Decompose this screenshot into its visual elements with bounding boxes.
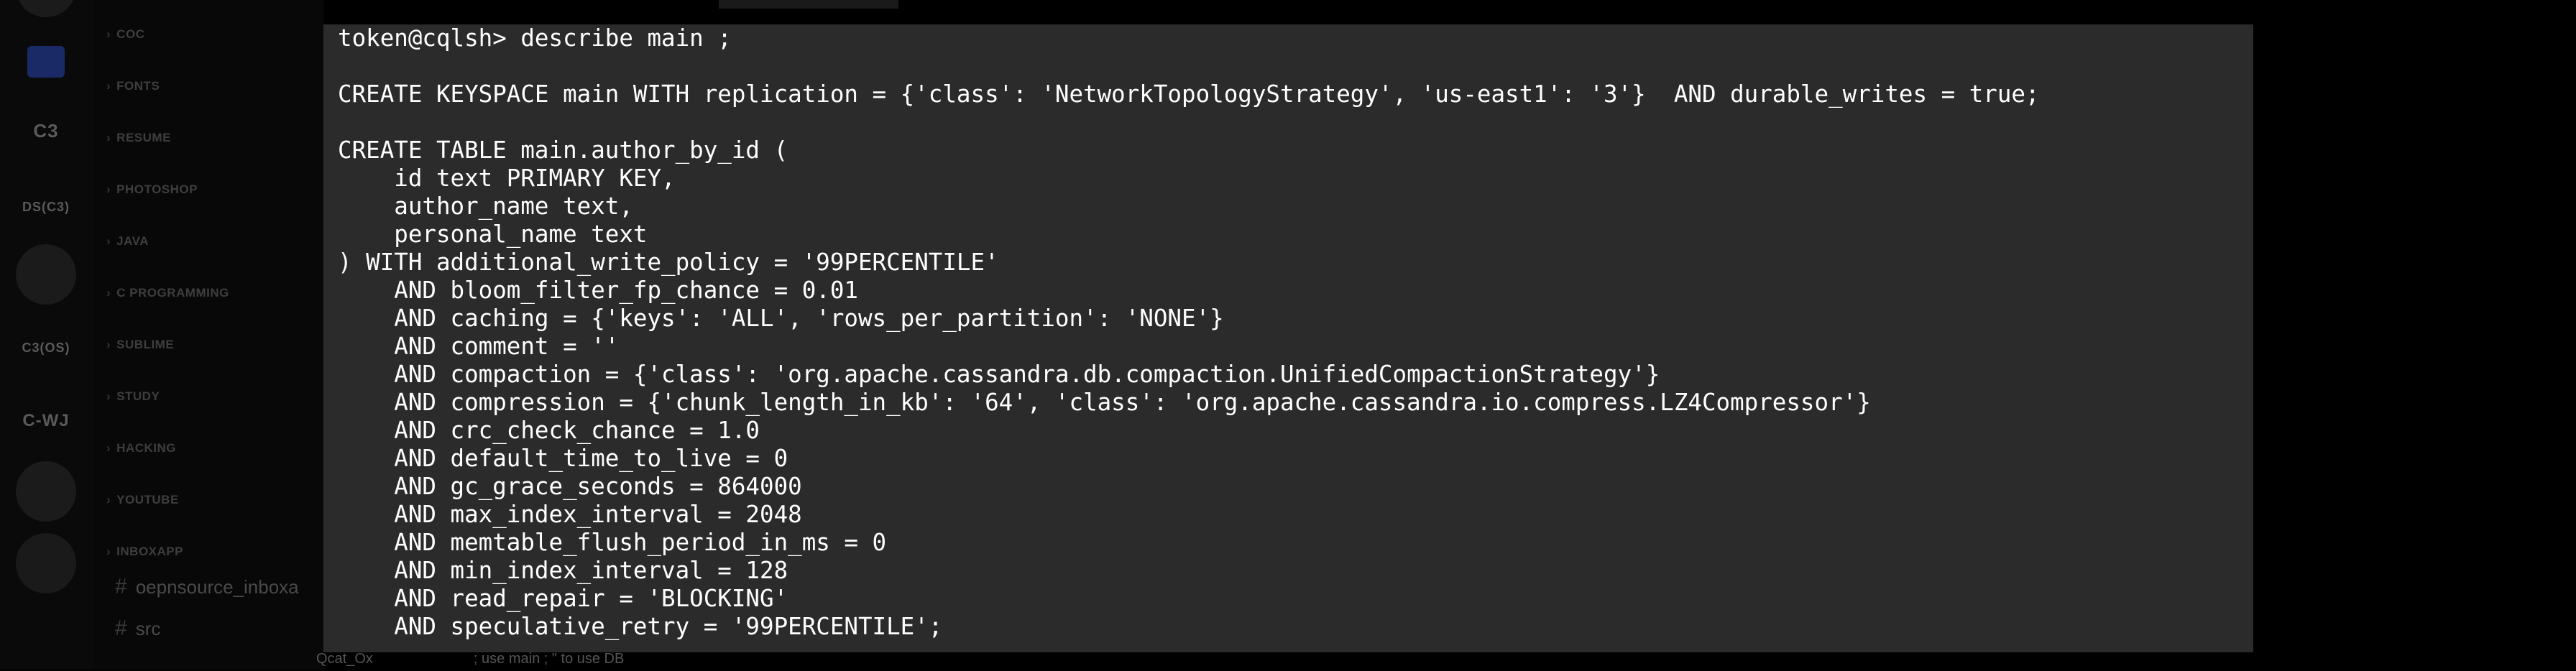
category-photoshop[interactable]: PHOTOSHOP: [106, 182, 198, 197]
channel-label: oepnsource_inboxa: [135, 576, 299, 598]
category-inboxapp[interactable]: INBOXAPP: [106, 545, 183, 559]
terminal-line: AND caching = {'keys': 'ALL', 'rows_per_…: [338, 305, 1224, 332]
message-text: ; use main ; " to use DB: [473, 651, 625, 667]
server-ds-c3[interactable]: DS(C3): [16, 177, 76, 237]
terminal-line: AND min_index_interval = 128: [338, 557, 788, 584]
terminal-line: AND compression = {'chunk_length_in_kb':…: [338, 389, 1871, 416]
terminal-window[interactable]: token@cqlsh> describe main ; CREATE KEYS…: [323, 24, 2253, 652]
terminal-line: AND speculative_retry = '99PERCENTILE';: [338, 613, 943, 640]
terminal-line: AND bloom_filter_fp_chance = 0.01: [338, 277, 858, 304]
terminal-line: AND default_time_to_live = 0: [338, 445, 788, 472]
channel-item[interactable]: # oepnsource_inboxa: [115, 575, 299, 599]
category-fonts[interactable]: FONTS: [106, 79, 160, 93]
terminal-line: ) WITH additional_write_policy = '99PERC…: [338, 249, 999, 276]
server-c-wj[interactable]: C-WJ: [16, 391, 76, 451]
hash-icon: #: [115, 575, 127, 598]
category-coc[interactable]: COC: [106, 27, 144, 42]
terminal-line: AND compaction = {'class': 'org.apache.c…: [338, 361, 1660, 388]
window-edge: [719, 0, 898, 9]
terminal-line: AND memtable_flush_period_in_ms = 0: [338, 529, 887, 556]
terminal-line: AND max_index_interval = 2048: [338, 501, 802, 528]
server-laptop-icon[interactable]: [16, 244, 76, 305]
terminal-line: CREATE TABLE main.author_by_id (: [338, 136, 788, 164]
channel-item[interactable]: # src: [115, 616, 160, 641]
server-avatar-icon[interactable]: [16, 461, 76, 522]
server-icon[interactable]: [16, 0, 76, 17]
category-hacking[interactable]: HACKING: [106, 441, 176, 455]
terminal-line: CREATE KEYSPACE main WITH replication = …: [338, 80, 2040, 108]
category-study[interactable]: STUDY: [106, 389, 160, 404]
category-resume[interactable]: RESUME: [106, 131, 171, 145]
terminal-line: id text PRIMARY KEY,: [338, 165, 676, 192]
chat-message: Qcat_Ox ; use main ; " to use DB: [316, 651, 624, 670]
terminal-line: AND comment = '': [338, 333, 620, 360]
message-author: Qcat_Ox: [316, 651, 373, 667]
category-java[interactable]: JAVA: [106, 234, 149, 249]
category-youtube[interactable]: YOUTUBE: [106, 493, 179, 507]
channel-sidebar: COC FONTS RESUME PHOTOSHOP JAVA C PROGRA…: [93, 0, 323, 670]
terminal-line: AND gc_grace_seconds = 864000: [338, 473, 802, 500]
folder-icon[interactable]: [27, 46, 65, 78]
terminal-line: author_name text,: [338, 193, 633, 220]
category-c-programming[interactable]: C PROGRAMMING: [106, 286, 229, 300]
server-linux-icon[interactable]: [16, 533, 76, 593]
channel-label: src: [135, 618, 161, 639]
terminal-line: personal_name text: [338, 221, 648, 248]
terminal-line: AND read_repair = 'BLOCKING': [338, 585, 788, 612]
server-c3[interactable]: C3: [16, 101, 76, 161]
server-c3-os[interactable]: C3(OS): [16, 318, 76, 378]
server-rail: C3 DS(C3) C3(OS) C-WJ: [0, 0, 93, 670]
terminal-line: AND crc_check_chance = 1.0: [338, 417, 760, 444]
terminal-line: token@cqlsh> describe main ;: [338, 24, 732, 52]
hash-icon: #: [115, 616, 127, 640]
server-dots-icon[interactable]: [16, 611, 76, 671]
category-sublime[interactable]: SUBLIME: [106, 338, 174, 352]
